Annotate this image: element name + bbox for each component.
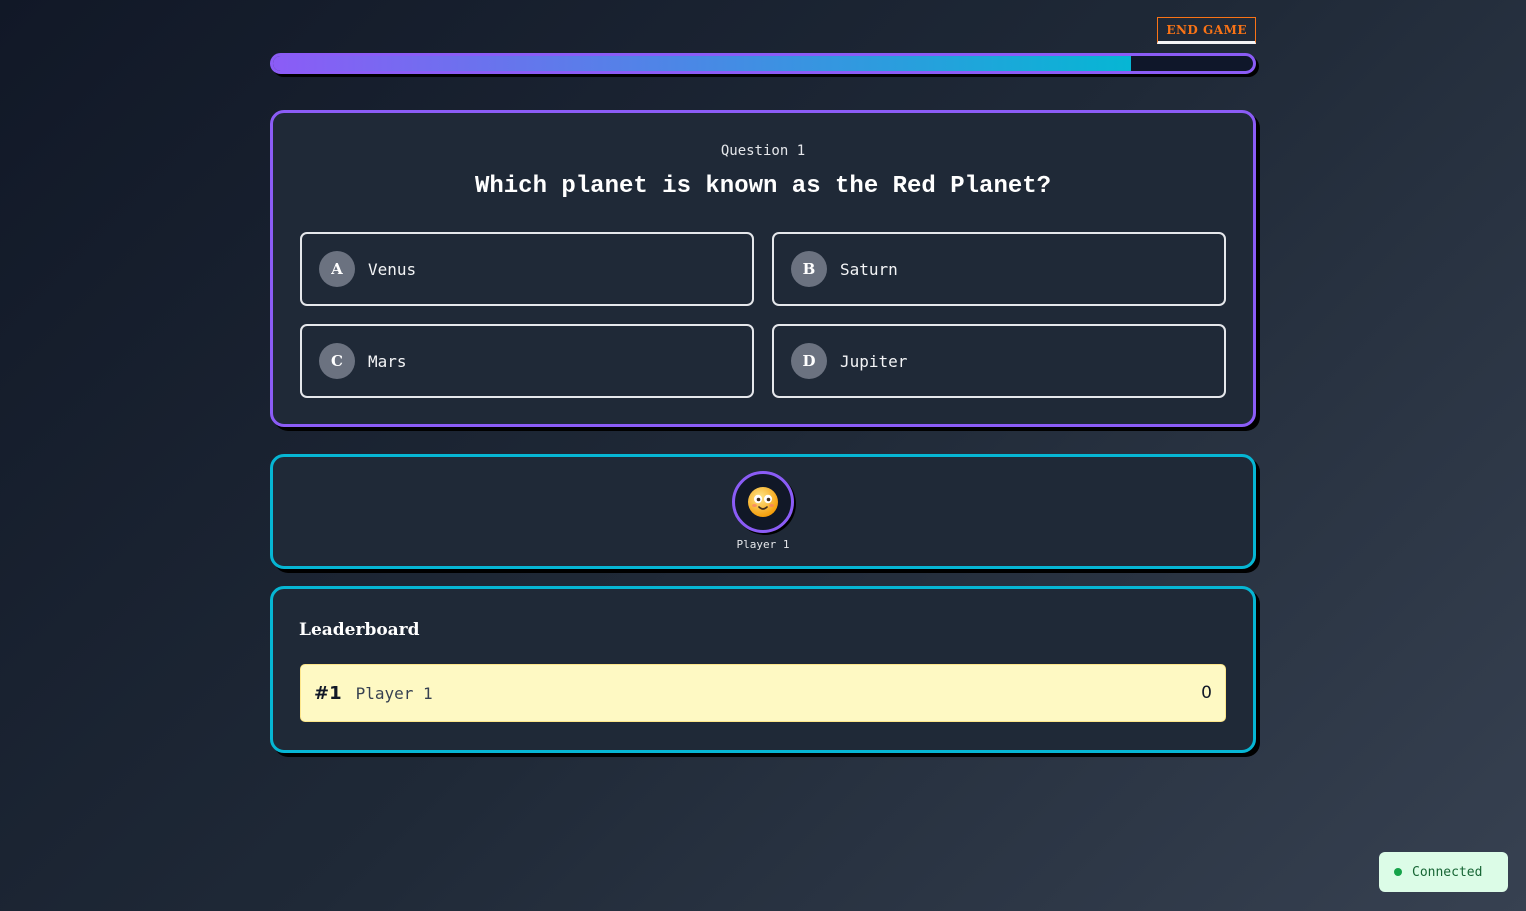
option-letter-badge: A (319, 251, 355, 287)
option-text: Mars (368, 351, 407, 371)
option-text: Jupiter (840, 351, 908, 371)
question-timer-progress-bar (270, 53, 1256, 74)
player-name: Player 1 (736, 538, 790, 551)
smiling-face-icon (748, 487, 778, 517)
status-dot-icon (1394, 868, 1402, 876)
leaderboard-score: 0 (1201, 683, 1212, 703)
answer-options: A Venus B Saturn C Mars D Jupiter (300, 232, 1226, 398)
leaderboard-row: #1 Player 1 0 (300, 664, 1226, 722)
players-panel: Player 1 (270, 454, 1256, 569)
avatar (732, 471, 794, 533)
leaderboard-title: Leaderboard (299, 620, 420, 640)
answer-option-d[interactable]: D Jupiter (772, 324, 1226, 398)
connection-status-label: Connected (1412, 864, 1483, 880)
answer-option-a[interactable]: A Venus (300, 232, 754, 306)
leaderboard-panel: Leaderboard #1 Player 1 0 (270, 586, 1256, 753)
connection-status-badge: Connected (1379, 852, 1508, 892)
question-text: Which planet is known as the Red Planet? (474, 173, 1052, 200)
end-game-button[interactable]: END GAME (1157, 17, 1256, 44)
answer-option-c[interactable]: C Mars (300, 324, 754, 398)
answer-option-b[interactable]: B Saturn (772, 232, 1226, 306)
option-letter-badge: D (791, 343, 827, 379)
player-item: Player 1 (273, 471, 1253, 551)
option-letter-badge: B (791, 251, 827, 287)
question-number: Question 1 (720, 143, 806, 159)
leaderboard-rank: #1 (314, 682, 342, 704)
leaderboard-player-name: Player 1 (355, 683, 433, 703)
option-text: Saturn (840, 259, 898, 279)
question-card: Question 1 Which planet is known as the … (270, 110, 1256, 427)
progress-bar-fill (273, 56, 1131, 71)
option-text: Venus (368, 259, 417, 279)
option-letter-badge: C (319, 343, 355, 379)
